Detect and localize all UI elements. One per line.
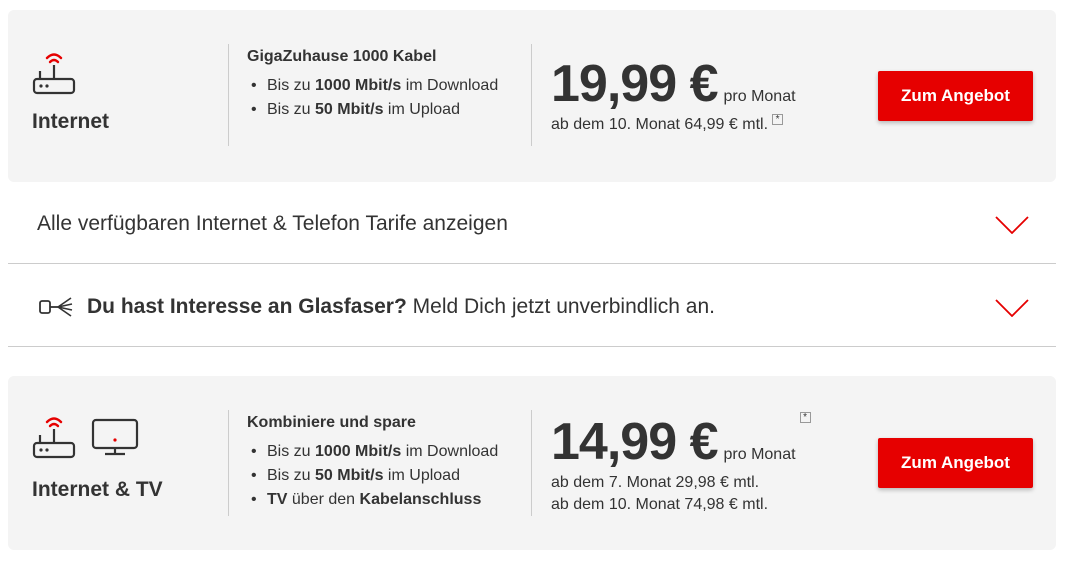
zum-angebot-button[interactable]: Zum Angebot	[878, 71, 1033, 121]
price: 14,99 €	[551, 413, 718, 471]
price-subline: ab dem 7. Monat 29,98 € mtl.	[551, 474, 760, 491]
feature-item: Bis zu 1000 Mbit/s im Download	[247, 440, 498, 464]
category-label: Internet	[32, 110, 110, 133]
price-block: 14,99 € pro Monat * ab dem 7. Monat 29,98 …	[551, 412, 811, 516]
chevron-down-icon[interactable]	[995, 299, 1029, 322]
accordion-glasfaser[interactable]: Du hast Interesse an Glasfaser? Meld Dic…	[8, 265, 1056, 347]
feature-item: Bis zu 50 Mbit/s im Upload	[247, 464, 498, 488]
feature-item: Bis zu 1000 Mbit/s im Download	[247, 74, 498, 98]
divider	[228, 44, 229, 146]
router-icon	[32, 50, 76, 101]
accordion-all-tariffs[interactable]: Alle verfügbaren Internet & Telefon Tari…	[8, 182, 1056, 264]
price-block: 19,99 € pro Monat ab dem 10. Monat 64,99 …	[551, 54, 796, 136]
accordion-label: Alle verfügbaren Internet & Telefon Tari…	[37, 212, 508, 235]
category-label: Internet & TV	[32, 478, 163, 501]
divider	[228, 410, 229, 516]
tv-icon	[90, 414, 140, 465]
product-title: Kombiniere und spare	[247, 414, 416, 431]
product-title: GigaZuhause 1000 Kabel	[247, 48, 437, 65]
divider	[531, 410, 532, 516]
divider	[531, 44, 532, 146]
price-subline: ab dem 10. Monat 64,99 € mtl. *	[551, 114, 796, 136]
feature-item: Bis zu 50 Mbit/s im Upload	[247, 98, 498, 122]
offer-card-internet-tv: Internet & TV Kombiniere und spare Bis z…	[8, 376, 1056, 550]
router-icon	[32, 414, 76, 465]
category-icons	[32, 414, 140, 465]
price-subline: ab dem 10. Monat 74,98 € mtl.	[551, 496, 769, 513]
accordion-label: Du hast Interesse an Glasfaser? Meld Dic…	[87, 295, 715, 318]
offer-card-internet: Internet GigaZuhause 1000 Kabel Bis zu 1…	[8, 10, 1056, 182]
price: 19,99 €	[551, 55, 718, 113]
price-period: pro Monat	[723, 446, 796, 463]
footnote-link[interactable]: *	[799, 412, 811, 423]
fiber-icon	[38, 295, 74, 324]
feature-list: GigaZuhause 1000 Kabel Bis zu 1000 Mbit/…	[247, 48, 498, 122]
feature-item: TV über den Kabelanschluss	[247, 488, 498, 512]
footnote-link[interactable]: *	[772, 114, 784, 125]
zum-angebot-button[interactable]: Zum Angebot	[878, 438, 1033, 488]
feature-list: Kombiniere und spare Bis zu 1000 Mbit/s …	[247, 414, 498, 512]
chevron-down-icon[interactable]	[995, 216, 1029, 239]
price-period: pro Monat	[723, 88, 796, 105]
